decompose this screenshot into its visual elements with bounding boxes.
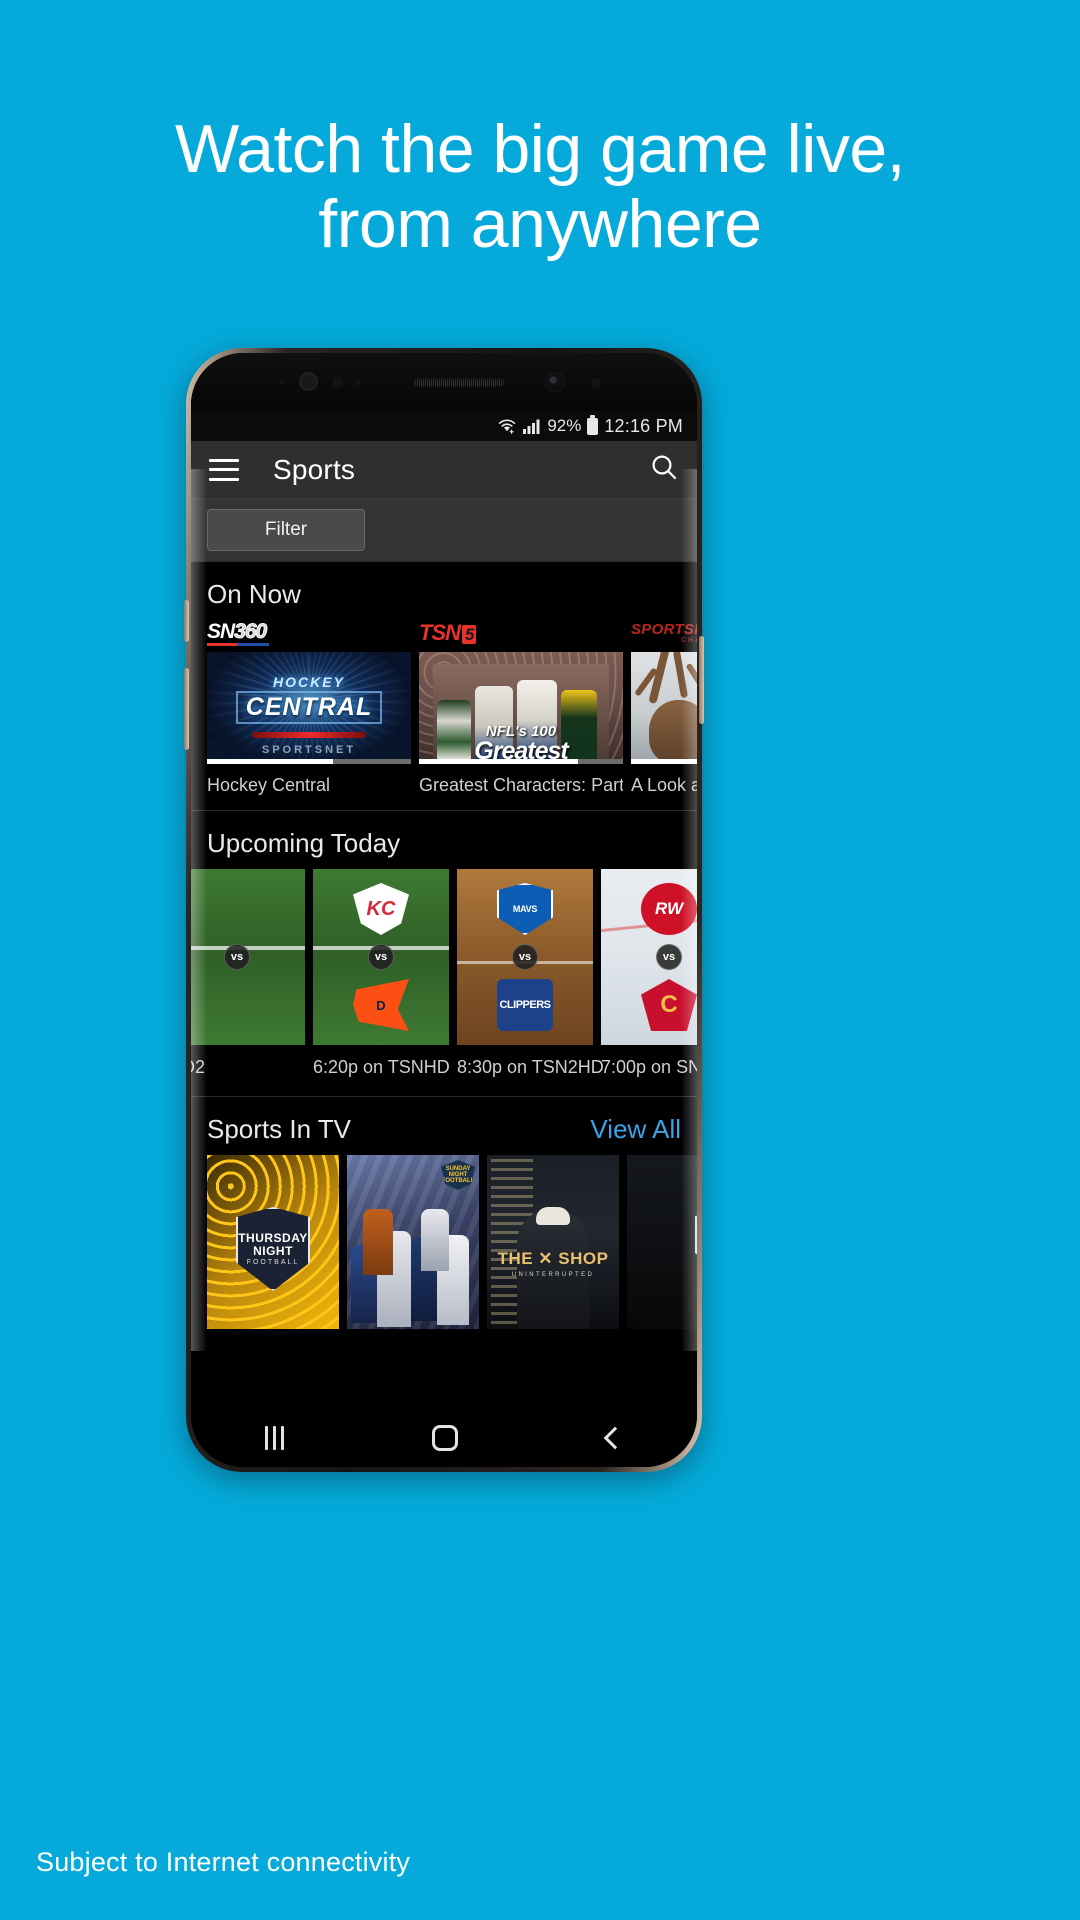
card-label: 7:00p on SN360H (601, 1057, 697, 1077)
sports-in-tv-rail[interactable]: THURSDAY NIGHT FOOTBALL SUNDAY NIGHT FOO… (191, 1155, 697, 1329)
app-screen: 92% 12:16 PM Sports Filter On Now SN360 … (191, 411, 697, 1409)
upcoming-card[interactable]: vs HD2 (191, 869, 305, 1078)
on-now-card[interactable]: SPORTSMANCHANNEL MON A (631, 620, 697, 796)
section-header: On Now (191, 562, 697, 620)
card-label: 8:30p on TSN2HD (457, 1057, 604, 1077)
vs-badge: vs (224, 944, 250, 970)
signal-bars-icon (523, 418, 541, 434)
card-label: A Look at (631, 775, 697, 795)
iris-scanner-icon (299, 372, 318, 391)
volume-up-button[interactable] (184, 600, 189, 642)
battery-icon (587, 414, 599, 435)
poster-card[interactable]: MON NIG FOOT (627, 1155, 697, 1329)
card-label: 6:20p on TSNHD (313, 1057, 450, 1077)
thumbnail[interactable]: vs (191, 869, 305, 1045)
section-on-now: On Now SN360 HOCKEY CENTRAL SPORTSNET Ho… (191, 561, 697, 796)
poster-card[interactable]: SUNDAY NIGHT FOOTBALL (347, 1155, 479, 1329)
promo-footnote: Subject to Internet connectivity (36, 1847, 411, 1877)
ir-sensor-icon (591, 378, 601, 388)
poster-title-line-1: THURSDAY (238, 1230, 308, 1245)
thumbnail[interactable]: RW C vs (601, 869, 697, 1045)
card-label: Hockey Central (207, 775, 331, 795)
poster-subtitle: UNINTERRUPTED (511, 1271, 595, 1278)
promo-headline: Watch the big game live, from anywhere (0, 112, 1080, 262)
on-now-rail[interactable]: SN360 HOCKEY CENTRAL SPORTSNET Hockey Ce… (191, 620, 697, 796)
filter-bar: Filter (191, 499, 697, 561)
section-title-upcoming-today: Upcoming Today (207, 828, 401, 858)
channel-logo-sn360: SN360 (207, 620, 411, 646)
card-label: Greatest Characters: Part 1 (419, 775, 623, 795)
page-title: Sports (273, 453, 356, 485)
section-upcoming-today: Upcoming Today vs HD2 KC (191, 810, 697, 1078)
upcoming-card[interactable]: KC D vs 6:20p on TSNHD (313, 869, 450, 1078)
poster-thursday-night-football[interactable]: THURSDAY NIGHT FOOTBALL (207, 1155, 339, 1329)
filter-button[interactable]: Filter (207, 509, 365, 551)
poster-title: THE ✕ SHOP (497, 1248, 609, 1268)
phone-screen-area: 92% 12:16 PM Sports Filter On Now SN360 … (191, 353, 697, 1467)
channel-logo-tsn5: TSN 5 (419, 620, 623, 646)
section-header: Upcoming Today (191, 811, 697, 869)
poster-badge: SUNDAY NIGHT FOOTBALL (441, 1166, 475, 1184)
phone-top-bezel (191, 353, 697, 411)
thumbnail[interactable]: MAVS CLIPPERS vs (457, 869, 593, 1045)
view-all-link[interactable]: View All (590, 1114, 681, 1145)
recents-icon[interactable] (265, 1426, 285, 1450)
thumbnail[interactable]: NFL's 100 Greatest (419, 652, 623, 764)
back-icon[interactable] (603, 1426, 627, 1450)
vs-badge: vs (368, 944, 394, 970)
status-bar-clock: 12:16 PM (604, 415, 683, 436)
thumbnail[interactable]: KC D vs (313, 869, 449, 1045)
section-title-sports-in-tv: Sports In TV (207, 1114, 352, 1144)
front-camera-icon (546, 373, 564, 391)
vs-badge: vs (656, 944, 682, 970)
vs-badge: vs (512, 944, 538, 970)
wifi-icon (497, 418, 517, 434)
app-bar: Sports (191, 441, 697, 499)
poster-title-line-2: NIGHT (253, 1244, 293, 1259)
status-bar: 92% 12:16 PM (191, 411, 697, 441)
section-header: Sports In TV View All (191, 1097, 697, 1155)
phone-device: 92% 12:16 PM Sports Filter On Now SN360 … (184, 348, 704, 1472)
on-now-card[interactable]: TSN 5 NFL's 100 Greatest Greatest Charac… (419, 620, 623, 796)
poster-the-shop[interactable]: THE ✕ SHOP UNINTERRUPTED (487, 1155, 619, 1329)
led-indicator-icon (353, 378, 362, 387)
poster-card[interactable]: THE ✕ SHOP UNINTERRUPTED (487, 1155, 619, 1329)
home-icon[interactable] (432, 1425, 459, 1451)
upcoming-card[interactable]: RW C vs 7:00p on SN360H (601, 869, 697, 1078)
upcoming-card[interactable]: MAVS CLIPPERS vs 8:30p on TSN2HD (457, 869, 604, 1078)
search-icon[interactable] (649, 452, 679, 487)
poster-card[interactable]: THURSDAY NIGHT FOOTBALL (207, 1155, 339, 1329)
headline-line-2: from anywhere (318, 185, 762, 262)
poster-sunday-night-football[interactable]: SUNDAY NIGHT FOOTBALL (347, 1155, 479, 1329)
poster-monday-night-football[interactable]: MON NIG FOOT (627, 1155, 697, 1329)
on-now-card[interactable]: SN360 HOCKEY CENTRAL SPORTSNET Hockey Ce… (207, 620, 411, 796)
poster-title-line-3: FOOTBALL (246, 1259, 300, 1267)
thumbnail[interactable]: HOCKEY CENTRAL SPORTSNET (207, 652, 411, 764)
upcoming-today-rail[interactable]: vs HD2 KC D vs 6:20p on TSNHD (191, 869, 697, 1078)
battery-percent-label: 92% (547, 416, 582, 435)
proximity-sensor-icon (277, 377, 286, 386)
hamburger-menu-icon[interactable] (209, 458, 239, 481)
section-sports-in-tv: Sports In TV View All THURSDAY NIGHT FOO… (191, 1096, 697, 1329)
card-label: HD2 (191, 1057, 206, 1077)
android-nav-bar (191, 1409, 697, 1467)
section-title-on-now: On Now (207, 579, 301, 609)
headline-line-1: Watch the big game live, (174, 111, 906, 187)
power-button[interactable] (699, 636, 704, 724)
ambient-light-sensor-icon (331, 375, 345, 389)
thumbnail[interactable]: MON (631, 652, 697, 764)
channel-logo-sportsman: SPORTSMANCHANNEL (631, 621, 697, 644)
earpiece-speaker (413, 378, 505, 387)
volume-down-button[interactable] (184, 668, 189, 750)
